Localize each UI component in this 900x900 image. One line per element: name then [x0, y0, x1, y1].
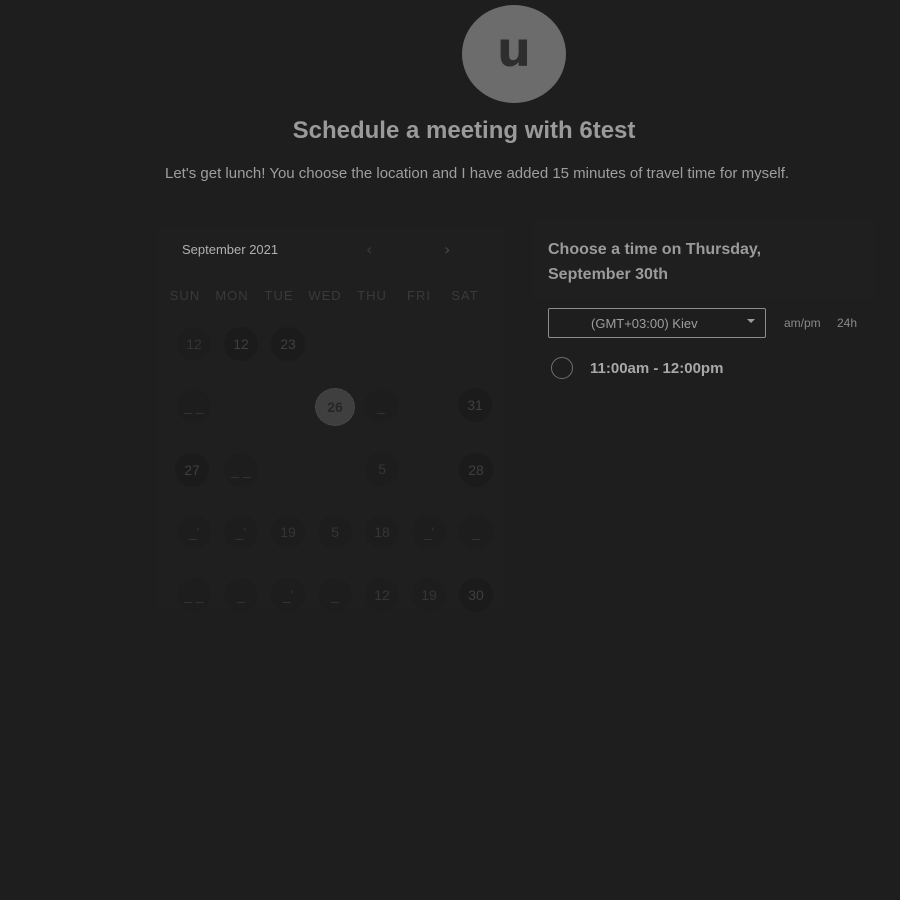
calendar-day: 12	[177, 327, 211, 361]
calendar-day[interactable]: 12	[224, 327, 258, 361]
calendar-day[interactable]: 30	[459, 578, 493, 612]
weekday-header: THU	[357, 288, 387, 303]
previous-month-icon[interactable]: ‹	[366, 240, 372, 259]
calendar-day[interactable]: 23	[271, 327, 305, 361]
calendar-day: _	[364, 389, 398, 423]
calendar-day: _'	[177, 515, 211, 549]
weekday-header: TUE	[264, 288, 294, 303]
calendar-day: _'	[224, 515, 258, 549]
calendar-day-selected[interactable]: 26	[315, 388, 355, 426]
caret-down-icon	[747, 319, 755, 323]
weekday-header: WED	[308, 288, 342, 303]
calendar-day: _'	[271, 578, 305, 612]
time-slot-label: 11:00am - 12:00pm	[590, 359, 724, 377]
next-month-icon[interactable]: ›	[444, 240, 450, 259]
format-24h-toggle[interactable]: 24h	[837, 316, 857, 330]
calendar-day: 12	[365, 578, 399, 612]
weekday-header: SUN	[169, 288, 201, 303]
calendar-day: 5	[365, 452, 399, 486]
time-picker-heading: Choose a time on Thursday, September 30t…	[548, 241, 762, 283]
weekday-header: MON	[215, 288, 249, 303]
calendar-day: 19	[412, 578, 446, 612]
timezone-select[interactable]: (GMT+03:00) Kiev	[548, 308, 766, 338]
format-ampm-toggle[interactable]: am/pm	[784, 316, 821, 330]
calendar-day[interactable]: 31	[458, 388, 492, 422]
calendar: September 2021 ‹ › SUN MON TUE WED THU F…	[158, 228, 504, 612]
calendar-day: _ _	[177, 389, 211, 423]
event-description: Let's get lunch! You choose the location…	[165, 165, 790, 182]
avatar-initial: u	[496, 22, 532, 78]
page-title: Schedule a meeting with 6test	[292, 117, 636, 144]
calendar-day: _	[318, 578, 352, 612]
time-slot[interactable]: 11:00am - 12:00pm	[551, 357, 723, 379]
timezone-value: (GMT+03:00) Kiev	[591, 315, 698, 331]
host-avatar: u	[462, 5, 566, 103]
calendar-day: _ _	[177, 578, 211, 612]
time-picker-header: Choose a time on Thursday, September 30t…	[534, 220, 874, 298]
calendar-day: 18	[365, 515, 399, 549]
calendar-day: _'	[412, 515, 446, 549]
calendar-month-label: September 2021	[182, 242, 279, 257]
calendar-day: _	[459, 515, 493, 549]
calendar-day: _ _	[224, 453, 258, 487]
radio-button-icon[interactable]	[551, 357, 573, 379]
calendar-day[interactable]: 27	[175, 453, 209, 487]
calendar-day: _	[224, 578, 258, 612]
weekday-header: FRI	[407, 288, 431, 303]
calendar-day[interactable]: 28	[459, 453, 493, 487]
weekday-header: SAT	[451, 288, 479, 303]
calendar-day: 5	[318, 515, 352, 549]
calendar-day: 19	[271, 515, 305, 549]
